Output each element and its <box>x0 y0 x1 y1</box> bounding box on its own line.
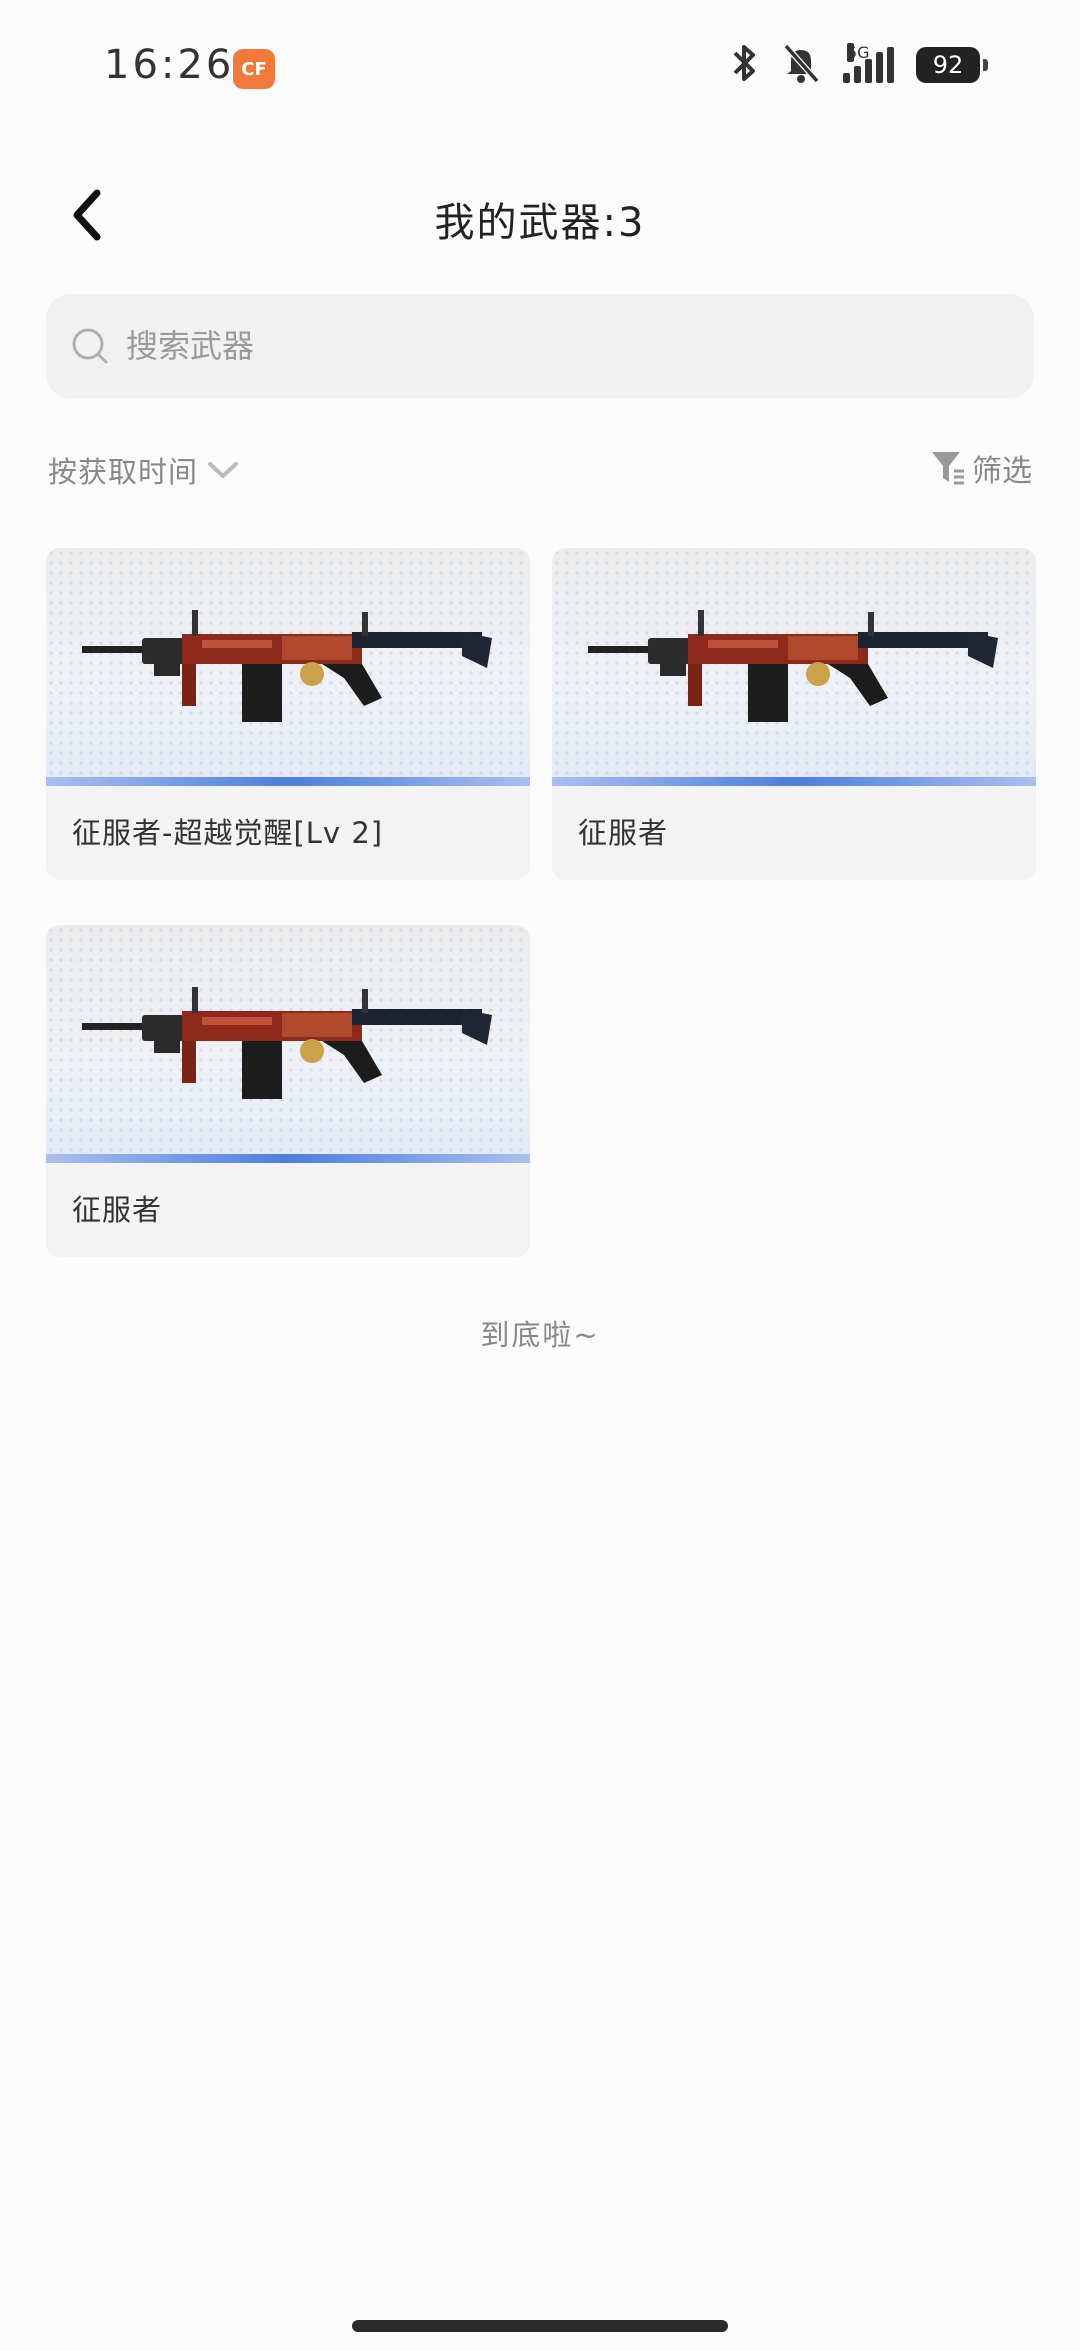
filter-button[interactable]: 筛选 <box>930 446 1032 490</box>
page-title: 我的武器:3 <box>434 200 646 246</box>
filter-label: 筛选 <box>972 454 1032 489</box>
sort-label: 按获取时间 <box>48 455 199 489</box>
battery-icon: 92 <box>916 47 988 83</box>
sort-dropdown[interactable]: 按获取时间 <box>48 448 240 492</box>
home-indicator[interactable] <box>352 2320 728 2332</box>
weapon-image <box>552 548 1036 786</box>
weapon-card[interactable]: 征服者-超越觉醒[Lv 2] <box>46 548 530 880</box>
rarity-bar <box>46 1154 530 1163</box>
search-input[interactable] <box>126 327 1006 365</box>
list-end-text: 到底啦~ <box>480 1318 600 1352</box>
bell-muted-icon <box>781 41 821 89</box>
search-icon <box>68 324 112 368</box>
signal-icon: 5G <box>843 43 894 83</box>
network-type: 5G <box>847 43 870 62</box>
rarity-bar <box>552 777 1036 786</box>
weapon-image <box>46 925 530 1163</box>
weapon-list-page: 16:26 CF 5G 92 我的武器:3 搜索武器 按获取时间 筛选 征服者-… <box>0 0 1080 2351</box>
weapon-name: 征服者-超越觉醒[Lv 2] <box>72 816 384 850</box>
bluetooth-icon <box>729 41 759 89</box>
status-time: 16:26 <box>104 42 235 88</box>
search-box[interactable] <box>46 294 1034 398</box>
weapon-name: 征服者 <box>72 1193 163 1227</box>
weapon-image <box>46 548 530 786</box>
app-notification-icon: CF <box>233 49 275 89</box>
weapon-card[interactable]: 征服者 <box>46 925 530 1257</box>
battery-level: 92 <box>932 51 964 79</box>
status-icons: 5G 92 <box>729 40 988 90</box>
weapon-name: 征服者 <box>578 816 669 850</box>
filter-icon <box>932 452 964 485</box>
rarity-bar <box>46 777 530 786</box>
weapon-card[interactable]: 征服者 <box>552 548 1036 880</box>
header: 我的武器:3 <box>0 170 1080 260</box>
status-bar: 16:26 CF 5G 92 <box>0 0 1080 130</box>
chevron-down-icon <box>208 462 239 478</box>
